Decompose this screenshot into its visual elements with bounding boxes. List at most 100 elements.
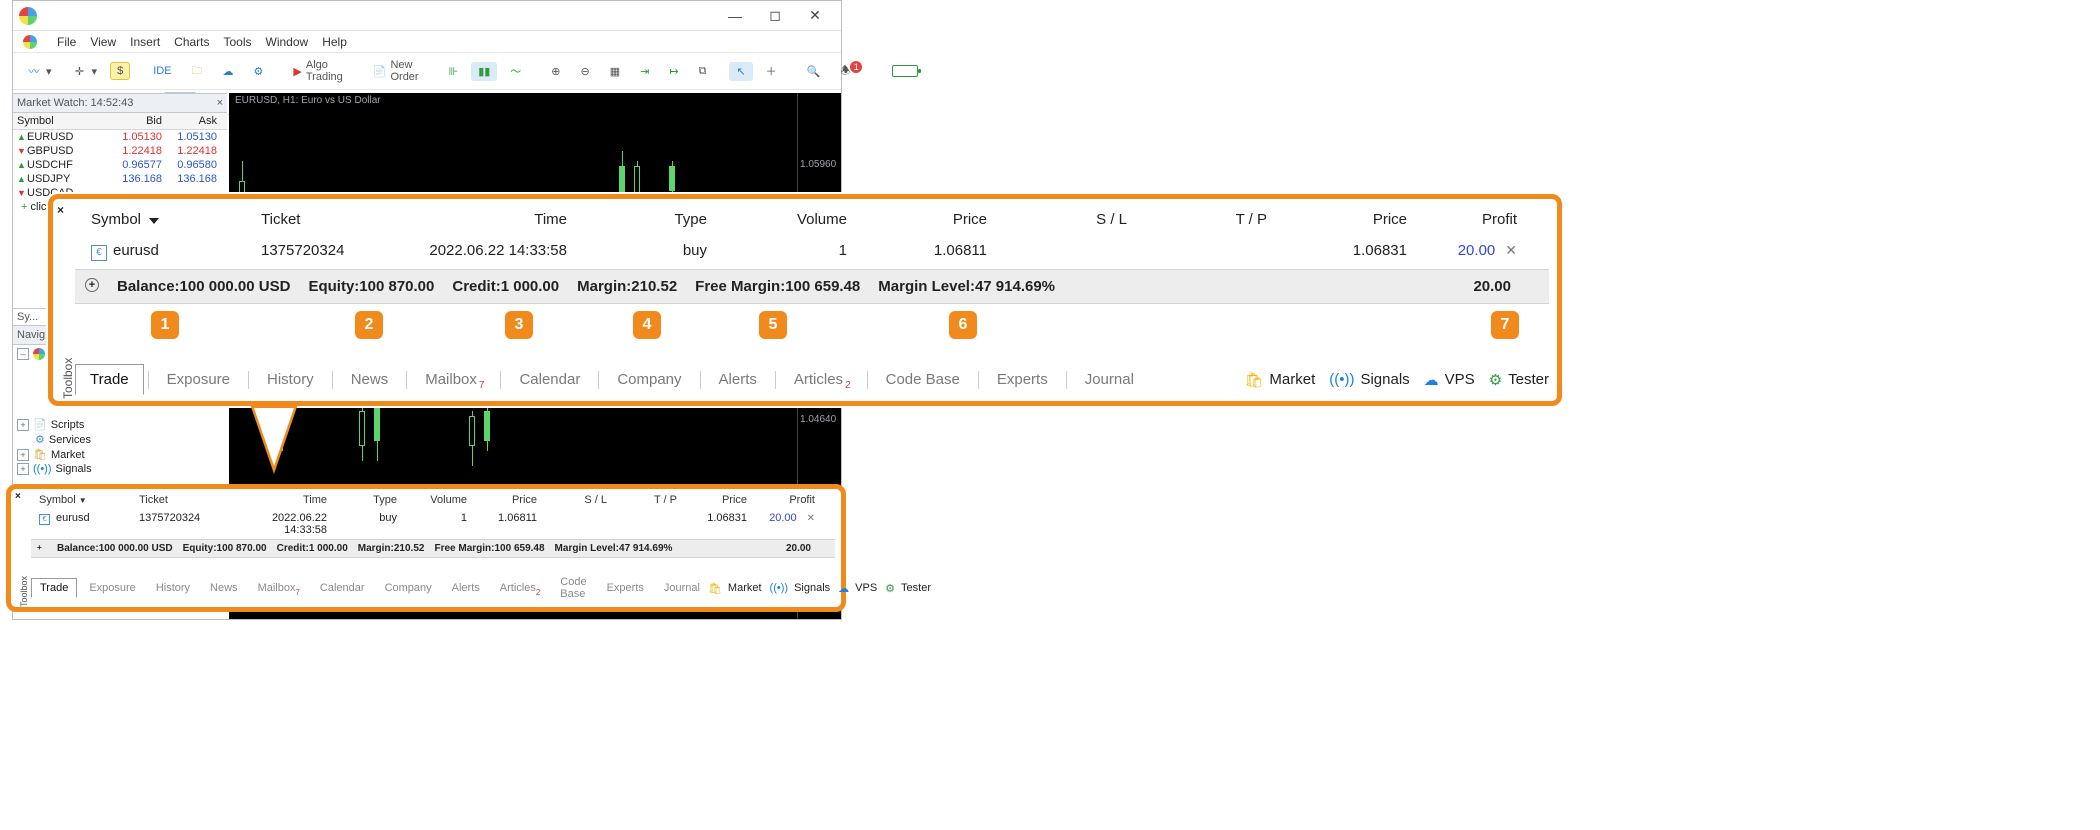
nav-market[interactable]: +🛍Market — [17, 447, 223, 462]
tab2-news[interactable]: News — [202, 579, 246, 597]
col-price-open[interactable]: Price — [859, 211, 999, 228]
market-watch-title: Market Watch: 14:52:43 — [17, 97, 133, 109]
tab2-calendar[interactable]: Calendar — [312, 579, 373, 597]
tab2-codebase[interactable]: Code Base — [552, 573, 594, 603]
candle-chart-icon[interactable]: ▮▮ — [471, 62, 497, 81]
zoom-in-icon[interactable]: ⊕ — [544, 62, 567, 81]
tab-exposure[interactable]: Exposure — [153, 365, 244, 394]
market-watch-close-icon[interactable]: × — [217, 97, 223, 109]
tab-mailbox[interactable]: Mailbox7 — [411, 365, 496, 394]
link-market[interactable]: 🛍Market — [1244, 371, 1315, 389]
toolbox-close-icon[interactable]: × — [57, 203, 64, 217]
nav-scripts[interactable]: +📄Scripts — [17, 417, 223, 432]
col-time[interactable]: Time — [379, 211, 579, 228]
row-time: 2022.06.22 14:33:58 — [379, 242, 579, 261]
tab2-articles[interactable]: Articles2 — [492, 579, 549, 597]
link-signals[interactable]: ((•))Signals — [1329, 371, 1409, 388]
titlebar: ― ◻ ✕ — [13, 1, 841, 31]
tab-news[interactable]: News — [337, 365, 403, 394]
tab-history[interactable]: History — [253, 365, 328, 394]
col-type[interactable]: Type — [579, 211, 719, 228]
market-watch-row[interactable]: ▲USDJPY136.168136.168 — [13, 172, 227, 186]
menu-help[interactable]: Help — [322, 35, 347, 49]
col-tp[interactable]: T / P — [1139, 211, 1279, 228]
maximize-button[interactable]: ◻ — [755, 4, 795, 28]
indicators-icon[interactable]: ⧉ — [692, 62, 714, 81]
toolbox-small-row[interactable]: €eurusd 1375720324 2022.06.22 14:33:58 b… — [31, 509, 835, 539]
close-button[interactable]: ✕ — [795, 4, 835, 28]
tab2-mailbox[interactable]: Mailbox7 — [250, 579, 308, 597]
line-chart-icon[interactable]: 〜 — [503, 60, 528, 82]
link2-vps[interactable]: ☁VPS — [838, 582, 877, 595]
link2-market[interactable]: 🛍Market — [708, 582, 762, 595]
link-vps[interactable]: ☁VPS — [1424, 371, 1475, 389]
menu-tools[interactable]: Tools — [224, 35, 252, 49]
menu-view[interactable]: View — [90, 35, 116, 49]
chart-type-dropdown[interactable]: 〰▾ — [19, 60, 59, 82]
scroll-icon[interactable]: ⇥ — [633, 62, 656, 81]
col-profit[interactable]: Profit — [1419, 211, 1545, 228]
tab2-exposure[interactable]: Exposure — [81, 579, 143, 597]
expand-summary-icon[interactable]: + — [85, 278, 99, 292]
cloud-icon[interactable]: ☁ — [216, 62, 241, 81]
tab2-journal[interactable]: Journal — [656, 579, 708, 597]
app-menu-icon[interactable] — [23, 35, 37, 49]
tab-alerts[interactable]: Alerts — [705, 365, 771, 394]
col-price-current[interactable]: Price — [1279, 211, 1419, 228]
mw-col-ask[interactable]: Ask — [168, 115, 223, 127]
col-ticket[interactable]: Ticket — [249, 211, 379, 228]
col-volume[interactable]: Volume — [719, 211, 859, 228]
link2-tester[interactable]: ⚙Tester — [885, 582, 931, 595]
tab-company[interactable]: Company — [603, 365, 695, 394]
ide-button[interactable]: IDE — [146, 62, 178, 80]
shift-icon[interactable]: ↦ — [662, 62, 685, 81]
position-row[interactable]: €eurusd 1375720324 2022.06.22 14:33:58 b… — [75, 234, 1549, 269]
sort-icon[interactable] — [149, 218, 159, 224]
grid-icon[interactable]: ▦ — [603, 62, 627, 81]
menu-window[interactable]: Window — [266, 35, 309, 49]
link2-signals[interactable]: ((•))Signals — [770, 582, 831, 594]
dollar-icon[interactable]: $ — [110, 62, 130, 80]
tab-journal[interactable]: Journal — [1071, 365, 1148, 394]
menu-charts[interactable]: Charts — [174, 35, 209, 49]
crosshair-dropdown[interactable]: ✛▾ — [65, 60, 105, 82]
toolbox-small-close-icon[interactable]: × — [15, 491, 21, 502]
search-icon[interactable]: 🔍 — [800, 62, 828, 81]
bar-chart-icon[interactable]: ⊪ — [442, 62, 466, 81]
algo-trading-button[interactable]: ▶Algo Trading — [286, 56, 349, 86]
minimize-button[interactable]: ― — [715, 4, 755, 28]
tab2-experts[interactable]: Experts — [599, 579, 652, 597]
menu-insert[interactable]: Insert — [130, 35, 160, 49]
col-symbol[interactable]: Symbol — [79, 211, 249, 228]
zoom-out-icon[interactable]: ⊖ — [574, 62, 597, 81]
tab-calendar[interactable]: Calendar — [505, 365, 594, 394]
plus-cursor-icon[interactable]: ＋ — [759, 60, 784, 82]
mw-col-bid[interactable]: Bid — [113, 115, 168, 127]
mw-col-symbol[interactable]: Symbol — [17, 115, 113, 127]
tab-experts[interactable]: Experts — [983, 365, 1062, 394]
tab-codebase[interactable]: Code Base — [872, 365, 974, 394]
market-watch-row[interactable]: ▲EURUSD1.051301.05130 — [13, 130, 227, 144]
close-position-small-icon[interactable]: ✕ — [807, 513, 815, 524]
tab-articles[interactable]: Articles2 — [780, 365, 863, 394]
market-watch-row[interactable]: ▼GBPUSD1.224181.22418 — [13, 144, 227, 158]
tab2-history[interactable]: History — [148, 579, 198, 597]
tag-6: 6 — [949, 311, 977, 339]
expand-small-icon[interactable]: + — [37, 543, 47, 553]
folder-icon[interactable]: 🗀 — [185, 59, 210, 84]
menu-file[interactable]: File — [57, 35, 76, 49]
tab2-company[interactable]: Company — [377, 579, 440, 597]
nav-signals[interactable]: +((•))Signals — [17, 462, 223, 476]
market-watch-row[interactable]: ▲USDCHF0.965770.96580 — [13, 158, 227, 172]
tab2-alerts[interactable]: Alerts — [444, 579, 488, 597]
tab2-trade[interactable]: Trade — [31, 578, 77, 598]
col-sl[interactable]: S / L — [999, 211, 1139, 228]
nav-services[interactable]: ⚙Services — [17, 432, 223, 447]
tab-trade[interactable]: Trade — [75, 364, 144, 395]
link-tester[interactable]: ⚙Tester — [1489, 371, 1549, 389]
tools-icon[interactable]: ⚙ — [247, 62, 271, 81]
new-order-button[interactable]: 📄New Order — [366, 56, 426, 86]
close-position-icon[interactable]: ✕ — [1505, 242, 1517, 258]
cursor-icon[interactable]: ↖ — [729, 62, 752, 81]
notifications-icon[interactable]: 🕭1 — [833, 59, 869, 84]
